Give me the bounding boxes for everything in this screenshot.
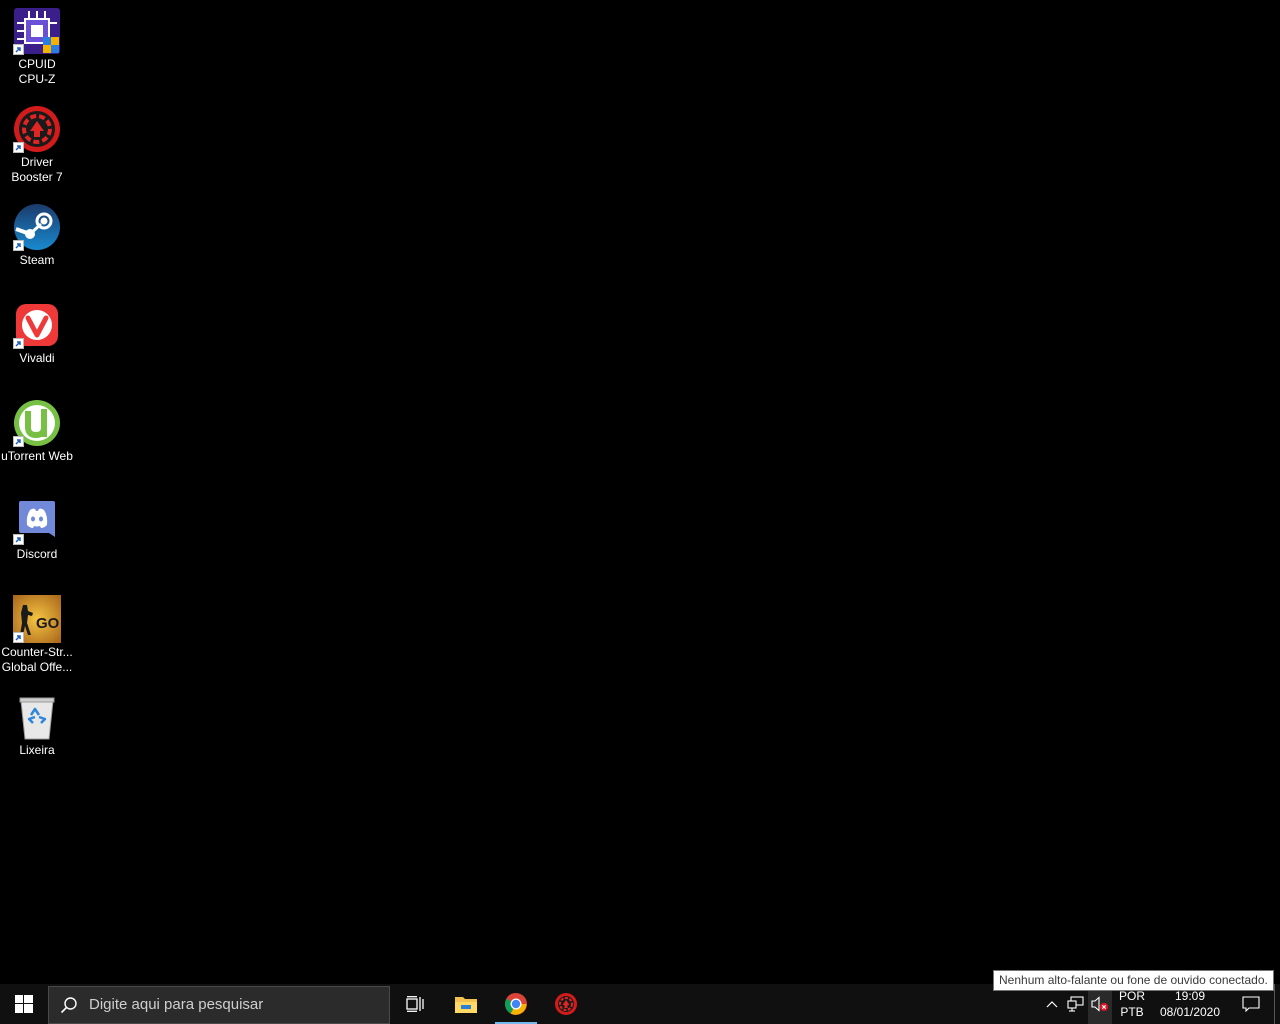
search-icon (49, 986, 89, 1024)
vivaldi-icon (13, 301, 61, 349)
discord-icon (13, 497, 61, 545)
driver-booster-icon (555, 993, 577, 1015)
cpu-z-icon (13, 7, 61, 55)
steam-icon (13, 203, 61, 251)
driver-booster-icon (13, 105, 61, 153)
keyboard-layout: PTB (1120, 1005, 1144, 1019)
file-explorer-icon (455, 997, 477, 1013)
taskbar-file-explorer[interactable] (441, 984, 491, 1024)
search-placeholder: Digite aqui para pesquisar (89, 996, 264, 1013)
desktop-icon-label: uTorrent Web (1, 449, 73, 463)
taskbar-chrome[interactable] (491, 984, 541, 1024)
windows-logo-icon (15, 995, 33, 1013)
desktop-icon-label: Counter-Str... Global Offe... (1, 645, 73, 674)
desktop-icon-label: Discord (16, 547, 58, 561)
notification-icon (1242, 996, 1260, 1012)
volume-tooltip: Nenhum alto-falante ou fone de ouvido co… (993, 970, 1274, 991)
desktop-icon-label: Lixeira (19, 743, 55, 757)
shortcut-arrow-icon (13, 142, 24, 153)
svg-text:GO: GO (36, 615, 60, 632)
utorrent-icon (13, 399, 61, 447)
shortcut-arrow-icon (13, 240, 24, 251)
desktop-icon-label: Steam (19, 253, 55, 267)
show-desktop-button[interactable] (1274, 984, 1280, 1024)
shortcut-arrow-icon (13, 338, 24, 349)
volume-muted-icon (1091, 996, 1108, 1012)
desktop-icon-vivaldi[interactable]: Vivaldi (0, 301, 74, 366)
csgo-icon: GO (13, 595, 61, 643)
search-box[interactable]: Digite aqui para pesquisar (48, 985, 390, 1024)
desktop-icon-recycle-bin[interactable]: Lixeira (0, 693, 74, 758)
desktop-icon-csgo[interactable]: GO Counter-Str... Global Offe... (0, 595, 74, 675)
desktop-icon-driver-booster[interactable]: Driver Booster 7 (0, 105, 74, 185)
desktop-icon-steam[interactable]: Steam (0, 203, 74, 268)
shortcut-arrow-icon (13, 44, 24, 55)
task-view-icon (406, 996, 424, 1012)
task-view-button[interactable] (391, 984, 441, 1024)
shortcut-arrow-icon (13, 632, 24, 643)
chrome-icon (505, 993, 527, 1015)
desktop-icon-cpu-z[interactable]: CPUID CPU-Z (0, 7, 74, 87)
clock-date: 08/01/2020 (1159, 1005, 1221, 1019)
chevron-up-icon (1046, 1001, 1058, 1008)
desktop[interactable]: CPUID CPU-Z Driver Booster 7 Steam Vival… (0, 0, 1280, 984)
desktop-icon-label: CPUID CPU-Z (18, 57, 56, 86)
desktop-icon-discord[interactable]: Discord (0, 497, 74, 562)
desktop-icon-label: Vivaldi (19, 351, 55, 365)
taskbar-driver-booster[interactable] (541, 984, 591, 1024)
desktop-icon-label: Driver Booster 7 (11, 155, 63, 184)
network-icon (1067, 996, 1084, 1012)
recycle-bin-icon (13, 693, 61, 741)
desktop-icon-utorrent-web[interactable]: uTorrent Web (0, 399, 74, 464)
shortcut-arrow-icon (13, 534, 24, 545)
start-button[interactable] (0, 984, 48, 1024)
shortcut-arrow-icon (13, 436, 24, 447)
